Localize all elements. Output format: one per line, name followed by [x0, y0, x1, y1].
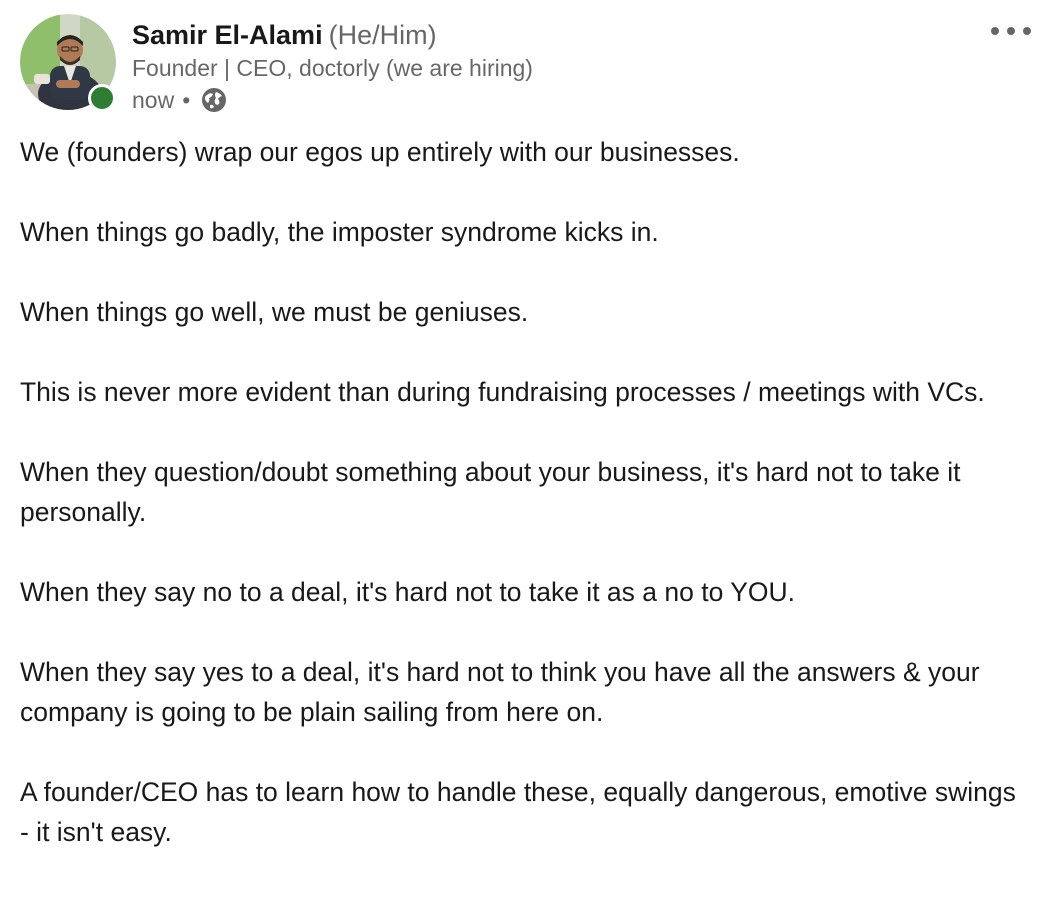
author-headline: Founder | CEO, doctorly (we are hiring) [132, 55, 533, 81]
post-meta: now • [132, 84, 228, 116]
post-paragraph: When they question/doubt something about… [20, 457, 961, 527]
post-timestamp: now [132, 87, 175, 113]
post-paragraph: This is never more evident than during f… [20, 377, 985, 407]
post-paragraph: When things go well, we must be geniuses… [20, 297, 529, 327]
feed-post: Samir El-Alami (He/Him) Founder | CEO, do… [0, 0, 1042, 906]
author-name-row: Samir El-Alami (He/Him) [132, 18, 437, 52]
post-paragraph: When things go badly, the imposter syndr… [20, 217, 659, 247]
post-body: We (founders) wrap our egos up entirely … [20, 132, 1025, 852]
meta-separator: • [182, 87, 191, 113]
avatar[interactable] [20, 14, 116, 112]
post-paragraph: When they say no to a deal, it's hard no… [20, 577, 795, 607]
online-status-indicator [88, 84, 116, 112]
post-paragraph: When they say yes to a deal, it's hard n… [20, 657, 980, 727]
post-paragraph: We (founders) wrap our egos up entirely … [20, 137, 740, 167]
more-horizontal-icon [991, 27, 1031, 35]
author-pronouns: (He/Him) [328, 20, 437, 50]
post-paragraph: A founder/CEO has to learn how to handle… [20, 777, 1016, 847]
author-name[interactable]: Samir El-Alami [132, 20, 323, 50]
globe-icon [200, 86, 228, 114]
more-options-button[interactable] [986, 16, 1036, 46]
